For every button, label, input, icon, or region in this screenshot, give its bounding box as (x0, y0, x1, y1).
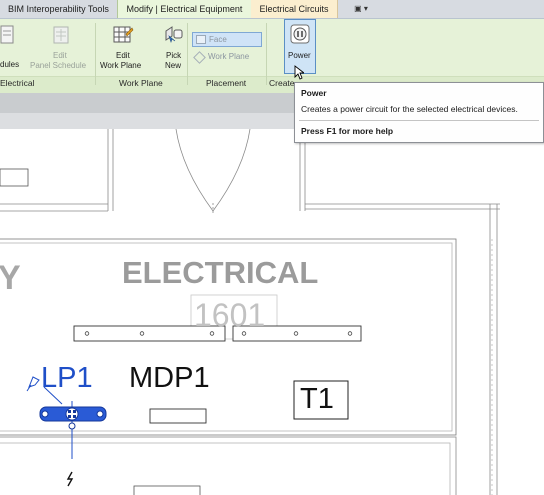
tooltip-description: Creates a power circuit for the selected… (301, 104, 518, 114)
group-label-work-plane: Work Plane (119, 78, 163, 88)
drawing-canvas[interactable]: Y ELECTRICAL 1601 LP1 MDP1 T1 (0, 129, 544, 495)
mouse-cursor-icon (294, 65, 304, 80)
work-plane-placement-button[interactable]: Work Plane (192, 50, 276, 64)
power-circuit-icon (290, 24, 310, 44)
transformer-t1-tag[interactable]: T1 (300, 383, 334, 416)
power-label: Power (288, 51, 311, 60)
group-label-placement: Placement (206, 78, 247, 88)
pick-new-button[interactable]: New (165, 61, 181, 70)
room-name-label[interactable]: ELECTRICAL (122, 255, 318, 291)
tooltip-title: Power (301, 88, 327, 98)
work-plane-grid-icon (113, 26, 134, 43)
pick-new-icon (165, 26, 183, 43)
face-button[interactable]: Face (192, 32, 262, 47)
tab-bim-interoperability-tools[interactable]: BIM Interoperability Tools (0, 0, 117, 18)
tooltip-divider (299, 120, 539, 121)
work-plane-icon (193, 51, 206, 64)
room-name-partial: Y (0, 259, 21, 297)
group-label-create: Create (269, 78, 295, 88)
tab-electrical-circuits[interactable]: Electrical Circuits (251, 0, 338, 18)
schedules-button[interactable]: dules (0, 60, 19, 69)
edit-work-plane-button[interactable]: Work Plane (100, 61, 141, 70)
power-tooltip: Power Creates a power circuit for the se… (294, 82, 544, 143)
panel-lp1-tag[interactable]: LP1 (41, 362, 93, 395)
floor-plan-linework (0, 129, 500, 495)
panel-schedule-icon (53, 26, 69, 44)
panel-toggle-icon[interactable]: ▣ ▾ (348, 3, 374, 15)
group-label-electrical: Electrical (0, 78, 35, 88)
edit-work-plane-line1[interactable]: Edit (116, 51, 130, 60)
room-number-label[interactable]: 1601 (194, 297, 265, 334)
tooltip-help: Press F1 for more help (301, 126, 394, 136)
ribbon-separator (95, 23, 96, 85)
pick-new-line1[interactable]: Pick (166, 51, 181, 60)
schedules-icon (0, 25, 14, 44)
panel-mdp1-tag[interactable]: MDP1 (129, 362, 210, 395)
work-plane-label: Work Plane (208, 52, 250, 61)
tab-modify-electrical-equipment[interactable]: Modify | Electrical Equipment (117, 0, 252, 18)
edit-panel-schedule-line1[interactable]: Edit (53, 51, 67, 60)
ribbon-separator (266, 23, 267, 85)
ribbon-tab-bar: BIM Interoperability Tools Modify | Elec… (0, 0, 544, 19)
ribbon-separator (187, 23, 188, 85)
face-icon (196, 35, 206, 44)
face-label: Face (209, 35, 227, 44)
edit-panel-schedule-button[interactable]: Panel Schedule (30, 61, 86, 70)
